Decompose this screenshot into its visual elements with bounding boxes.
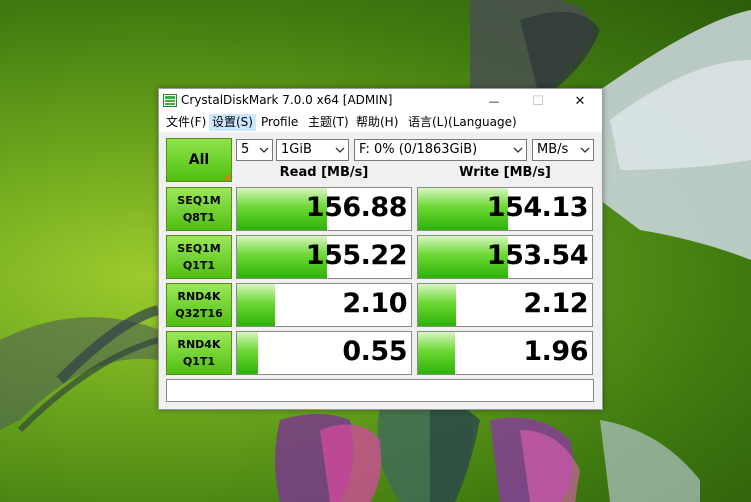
app-icon <box>163 94 177 107</box>
read-value: 0.55 <box>342 336 407 367</box>
main-panel: All 5 1GiB F: 0% (0/1863GiB) MB/s Read [… <box>159 132 602 409</box>
write-value: 2.12 <box>523 288 588 319</box>
test-button-rnd4k-q1t1[interactable]: RND4K Q1T1 <box>166 331 232 375</box>
test-button-seq1m-q1t1[interactable]: SEQ1M Q1T1 <box>166 235 232 279</box>
write-result-cell: 2.12 <box>417 283 593 327</box>
corner-marker-icon <box>223 173 230 180</box>
close-icon: ✕ <box>574 93 586 109</box>
window-title: CrystalDiskMark 7.0.0 x64 [ADMIN] <box>181 93 393 107</box>
test-size-select[interactable]: 1GiB <box>276 139 349 161</box>
test-label-line2: Q1T1 <box>182 355 216 368</box>
chevron-down-icon <box>513 147 523 153</box>
test-button-seq1m-q8t1[interactable]: SEQ1M Q8T1 <box>166 187 232 231</box>
write-progress-bar <box>418 332 455 374</box>
menu-settings[interactable]: 设置(S) <box>209 114 256 131</box>
run-all-button[interactable]: All <box>166 138 232 182</box>
unit-select[interactable]: MB/s <box>532 139 594 161</box>
menu-language[interactable]: 语言(L)(Language) <box>405 114 520 131</box>
minimize-icon: — <box>488 94 500 108</box>
test-button-rnd4k-q32t16[interactable]: RND4K Q32T16 <box>166 283 232 327</box>
read-result-cell: 156.88 <box>236 187 412 231</box>
maximize-button[interactable]: ☐ <box>516 89 560 113</box>
read-result-cell: 0.55 <box>236 331 412 375</box>
test-size-value: 1GiB <box>281 142 312 157</box>
drive-value: F: 0% (0/1863GiB) <box>359 142 478 157</box>
test-label-line1: SEQ1M <box>177 242 221 255</box>
write-progress-bar <box>418 284 457 326</box>
read-progress-bar <box>237 332 258 374</box>
read-progress-bar <box>237 284 276 326</box>
test-label-line1: SEQ1M <box>177 194 221 207</box>
write-result-cell: 154.13 <box>417 187 593 231</box>
write-value: 153.54 <box>486 240 589 271</box>
menu-file[interactable]: 文件(F) <box>163 114 209 131</box>
title-bar[interactable]: CrystalDiskMark 7.0.0 x64 [ADMIN] — ☐ ✕ <box>159 89 602 113</box>
write-value: 154.13 <box>486 192 589 223</box>
maximize-icon: ☐ <box>532 93 544 109</box>
write-result-cell: 153.54 <box>417 235 593 279</box>
comment-input[interactable] <box>166 379 594 402</box>
test-label-line2: Q32T16 <box>175 307 223 320</box>
test-label-line2: Q8T1 <box>182 211 216 224</box>
read-result-cell: 2.10 <box>236 283 412 327</box>
close-button[interactable]: ✕ <box>558 89 602 113</box>
write-header: Write [MB/s] <box>459 165 551 180</box>
run-all-label: All <box>188 152 210 168</box>
menu-bar: 文件(F) 设置(S) Profile 主题(T) 帮助(H) 语言(L)(La… <box>159 113 602 132</box>
drive-select[interactable]: F: 0% (0/1863GiB) <box>354 139 527 161</box>
read-header: Read [MB/s] <box>279 165 369 180</box>
write-result-cell: 1.96 <box>417 331 593 375</box>
chevron-down-icon <box>335 147 345 153</box>
read-result-cell: 155.22 <box>236 235 412 279</box>
read-value: 155.22 <box>305 240 408 271</box>
test-label-line2: Q1T1 <box>182 259 216 272</box>
read-value: 2.10 <box>342 288 407 319</box>
read-value: 156.88 <box>305 192 408 223</box>
test-count-select[interactable]: 5 <box>236 139 273 161</box>
test-label-line1: RND4K <box>177 290 221 303</box>
unit-value: MB/s <box>537 142 569 157</box>
menu-profile[interactable]: Profile <box>258 114 301 131</box>
chevron-down-icon <box>580 147 590 153</box>
menu-theme[interactable]: 主题(T) <box>305 114 352 131</box>
write-value: 1.96 <box>523 336 588 367</box>
minimize-button[interactable]: — <box>472 89 516 113</box>
chevron-down-icon <box>259 147 269 153</box>
crystaldiskmark-window: CrystalDiskMark 7.0.0 x64 [ADMIN] — ☐ ✕ … <box>158 88 603 410</box>
test-label-line1: RND4K <box>177 338 221 351</box>
test-count-value: 5 <box>241 142 250 157</box>
menu-help[interactable]: 帮助(H) <box>353 114 401 131</box>
